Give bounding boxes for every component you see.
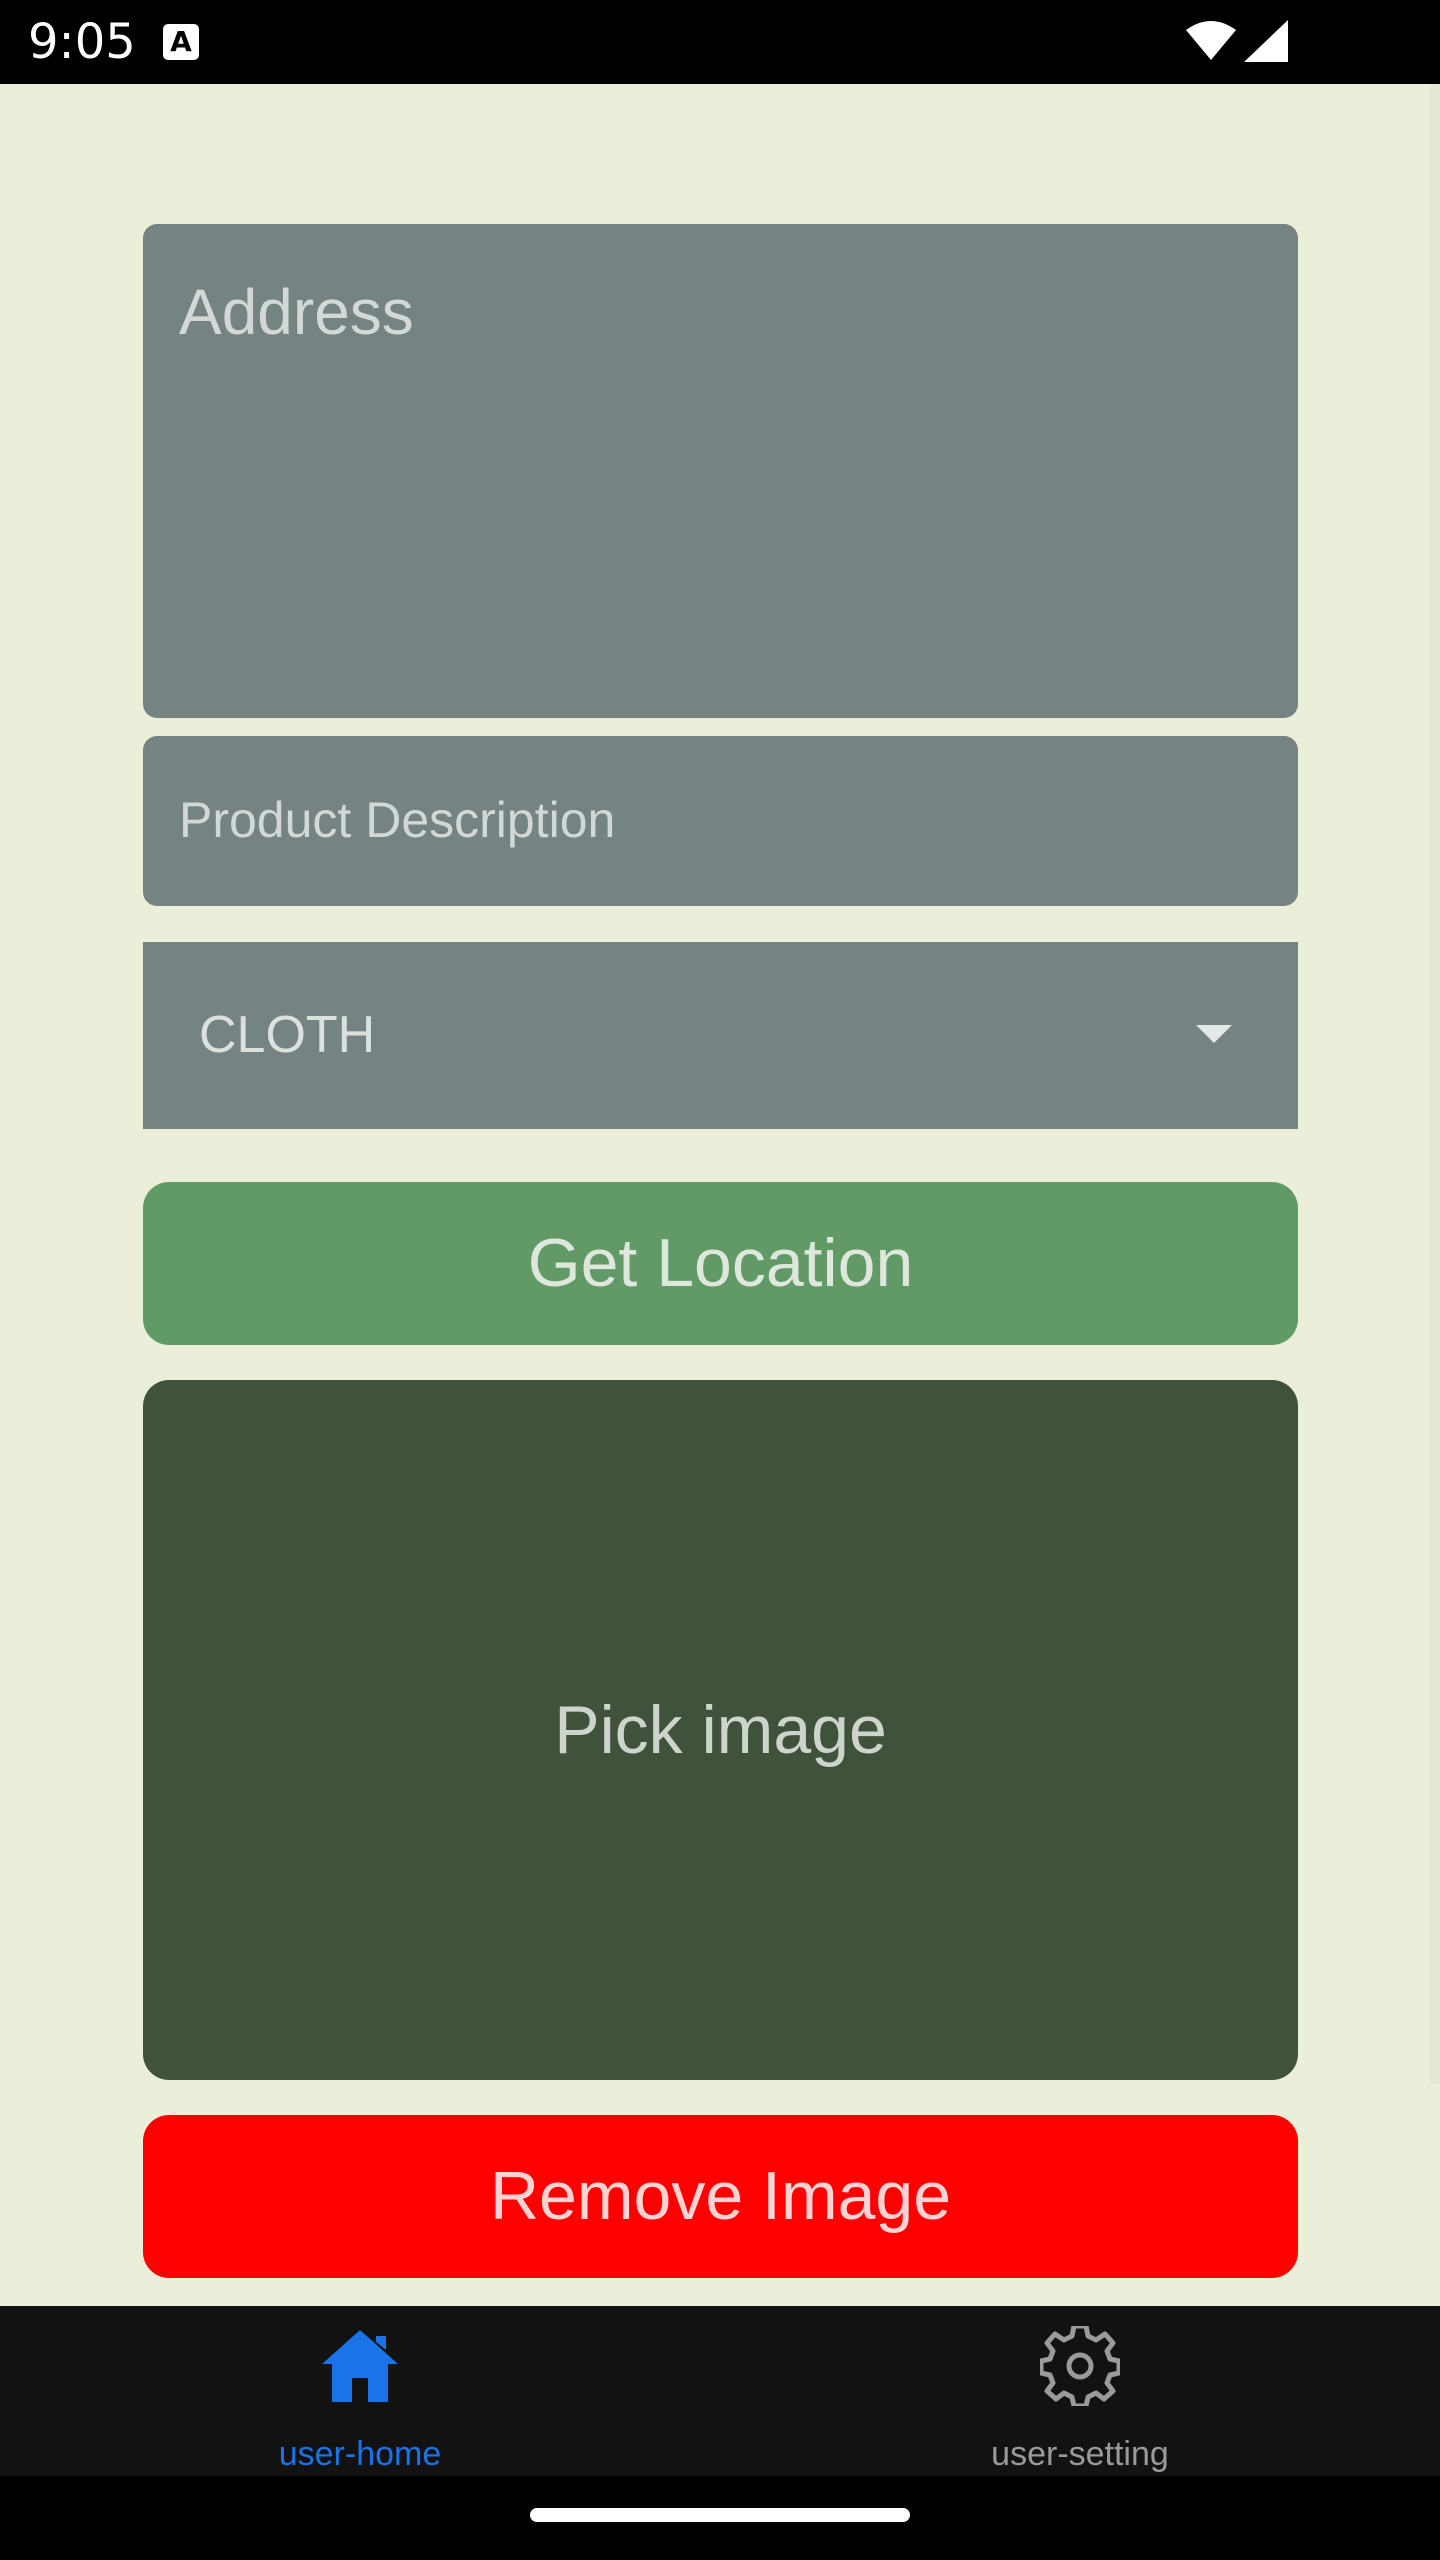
address-field[interactable]: Address: [143, 224, 1298, 718]
scrollbar[interactable]: [1430, 84, 1440, 2084]
system-navigation-bar: [0, 2476, 1440, 2560]
wifi-icon: [1186, 21, 1236, 60]
product-description-placeholder: Product Description: [179, 792, 616, 848]
cellular-signal-icon: [1244, 20, 1288, 62]
bottom-navigation-bar: user-home user-setting: [0, 2306, 1440, 2476]
home-gesture-handle[interactable]: [530, 2508, 910, 2522]
nav-item-user-home[interactable]: user-home: [0, 2306, 720, 2476]
pick-image-button[interactable]: Pick image: [143, 1380, 1298, 2080]
nav-label-user-home: user-home: [278, 2435, 442, 2473]
address-placeholder: Address: [179, 276, 414, 348]
dropdown-arrow-icon: [1196, 1025, 1232, 1043]
get-location-button[interactable]: Get Location: [143, 1182, 1298, 1345]
remove-image-button[interactable]: Remove Image: [143, 2115, 1298, 2278]
product-description-field[interactable]: Product Description: [143, 736, 1298, 906]
notification-app-icon: A: [163, 24, 199, 60]
home-icon: [322, 2330, 398, 2402]
status-time: 9:05: [28, 14, 136, 70]
category-selected-value: CLOTH: [199, 1006, 376, 1064]
category-dropdown[interactable]: CLOTH: [143, 942, 1298, 1129]
nav-item-user-setting[interactable]: user-setting: [720, 2306, 1440, 2476]
gear-icon: [1040, 2326, 1120, 2406]
nav-label-user-setting: user-setting: [991, 2435, 1169, 2473]
status-bar: 9:05 A: [0, 0, 1440, 84]
